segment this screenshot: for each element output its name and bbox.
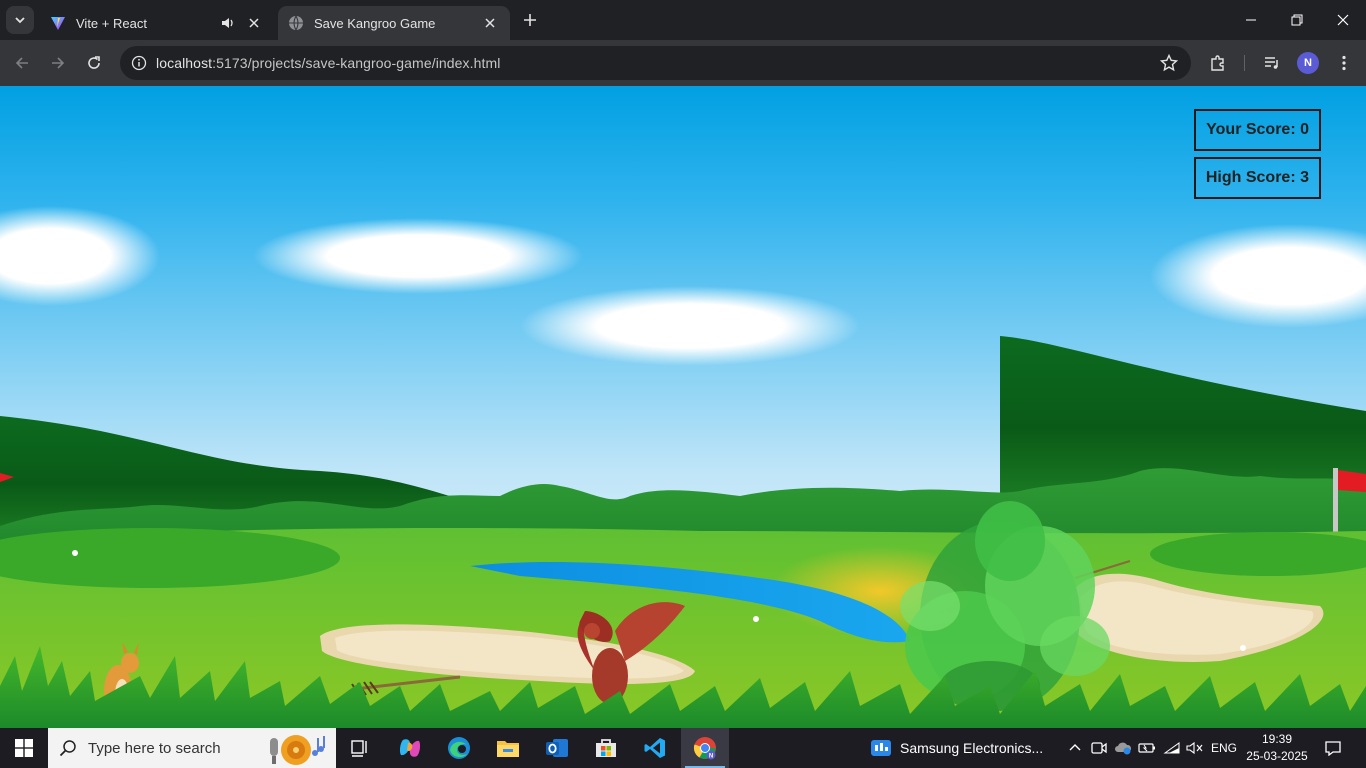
tab-vite-react[interactable]: Vite + React	[40, 6, 274, 40]
meet-now-icon[interactable]	[1088, 728, 1110, 768]
browser-menu-button[interactable]	[1330, 49, 1358, 77]
chrome-button[interactable]: N	[681, 728, 729, 768]
close-icon	[1337, 14, 1349, 26]
notification-center-button[interactable]	[1318, 728, 1348, 768]
game-canvas[interactable]: Your Score: 0 High Score: 3	[0, 86, 1366, 728]
start-button[interactable]	[0, 728, 48, 768]
file-explorer-button[interactable]	[484, 728, 532, 768]
tab-title: Vite + React	[76, 15, 147, 31]
address-bar[interactable]: localhost:5173/projects/save-kangroo-gam…	[120, 46, 1191, 80]
puzzle-icon	[1211, 55, 1224, 71]
golf-ball	[753, 616, 759, 622]
chevron-down-icon	[15, 17, 25, 24]
game-scene	[0, 206, 1366, 728]
back-button[interactable]	[8, 49, 36, 77]
taskbar-clock[interactable]: 19:39 25-03-2025	[1244, 731, 1310, 765]
chrome-icon: N	[693, 737, 716, 760]
clock-time: 19:39	[1261, 732, 1293, 746]
restore-icon	[1291, 14, 1303, 26]
golf-ball	[1240, 645, 1246, 651]
volume-muted-icon[interactable]	[1184, 728, 1206, 768]
task-view-button[interactable]	[336, 728, 384, 768]
tab-save-kangroo-game[interactable]: Save Kangroo Game	[278, 6, 510, 40]
media-control-button[interactable]	[1258, 49, 1286, 77]
svg-text:N: N	[709, 754, 713, 760]
more-vertical-icon	[1342, 55, 1346, 71]
media-queue-icon	[1265, 57, 1278, 69]
url-host: localhost	[156, 55, 213, 71]
notification-app-label: Samsung Electronics...	[900, 740, 1044, 756]
onedrive-icon[interactable]	[1112, 728, 1134, 768]
minimize-icon	[1246, 19, 1256, 21]
edge-icon	[448, 737, 470, 759]
bookmark-star-icon[interactable]	[1159, 53, 1179, 73]
windows-logo-icon	[15, 739, 33, 757]
minimize-button[interactable]	[1228, 0, 1274, 40]
wifi-icon[interactable]	[1160, 728, 1184, 768]
clouds	[0, 206, 1366, 366]
vscode-button[interactable]	[631, 728, 679, 768]
edge-button[interactable]	[435, 728, 483, 768]
taskbar-search-box[interactable]: Type here to search	[48, 728, 336, 768]
search-placeholder: Type here to search	[88, 739, 221, 757]
your-score-display: Your Score: 0	[1194, 109, 1321, 151]
speaker-icon[interactable]	[218, 13, 238, 33]
chevron-up-icon	[1069, 744, 1081, 751]
reload-button[interactable]	[80, 49, 108, 77]
store-icon	[596, 739, 616, 757]
site-info-icon[interactable]	[122, 46, 156, 80]
taskbar-notification-app[interactable]: Samsung Electronics...	[870, 728, 1043, 768]
vscode-icon	[644, 738, 665, 758]
clock-date: 25-03-2025	[1246, 749, 1308, 763]
language-indicator[interactable]: ENG	[1208, 728, 1240, 768]
show-hidden-icons-button[interactable]	[1064, 728, 1086, 768]
toolbar-divider	[1244, 55, 1245, 71]
copilot-icon	[399, 739, 421, 757]
browser-toolbar: localhost:5173/projects/save-kangroo-gam…	[0, 40, 1366, 86]
close-window-button[interactable]	[1320, 0, 1366, 40]
notification-icon	[1325, 741, 1341, 756]
reload-icon	[88, 56, 100, 69]
tab-close-icon[interactable]	[244, 13, 264, 33]
profile-avatar[interactable]: N	[1297, 52, 1319, 74]
restore-button[interactable]	[1274, 0, 1320, 40]
microsoft-store-button[interactable]	[582, 728, 630, 768]
vite-icon	[51, 17, 65, 30]
tab-search-button[interactable]	[6, 6, 34, 34]
golf-ball	[72, 550, 78, 556]
forward-button[interactable]	[44, 49, 72, 77]
extensions-button[interactable]	[1204, 49, 1232, 77]
plus-icon	[524, 14, 536, 26]
url-text: localhost:5173/projects/save-kangroo-gam…	[156, 55, 501, 71]
arrow-right-icon	[52, 57, 65, 69]
browser-tab-bar: Vite + React Save Kangroo Game	[0, 0, 1366, 40]
windows-taskbar: Type here to search N Samsung Electronic…	[0, 728, 1366, 768]
globe-icon	[289, 15, 303, 31]
new-tab-button[interactable]	[518, 8, 542, 32]
search-icon	[48, 728, 88, 768]
copilot-button[interactable]	[386, 728, 434, 768]
tab-close-icon[interactable]	[480, 13, 500, 33]
file-explorer-icon	[497, 741, 519, 757]
outlook-icon	[546, 739, 568, 757]
task-view-icon	[351, 740, 367, 757]
high-score-display: High Score: 3	[1193, 157, 1321, 199]
search-highlight-icon	[270, 735, 325, 765]
samsung-app-icon	[871, 740, 891, 756]
url-path: :5173/projects/save-kangroo-game/index.h…	[212, 55, 501, 71]
tab-title: Save Kangroo Game	[314, 15, 436, 31]
battery-icon[interactable]	[1136, 728, 1158, 768]
arrow-left-icon	[15, 57, 28, 69]
outlook-button[interactable]	[533, 728, 581, 768]
